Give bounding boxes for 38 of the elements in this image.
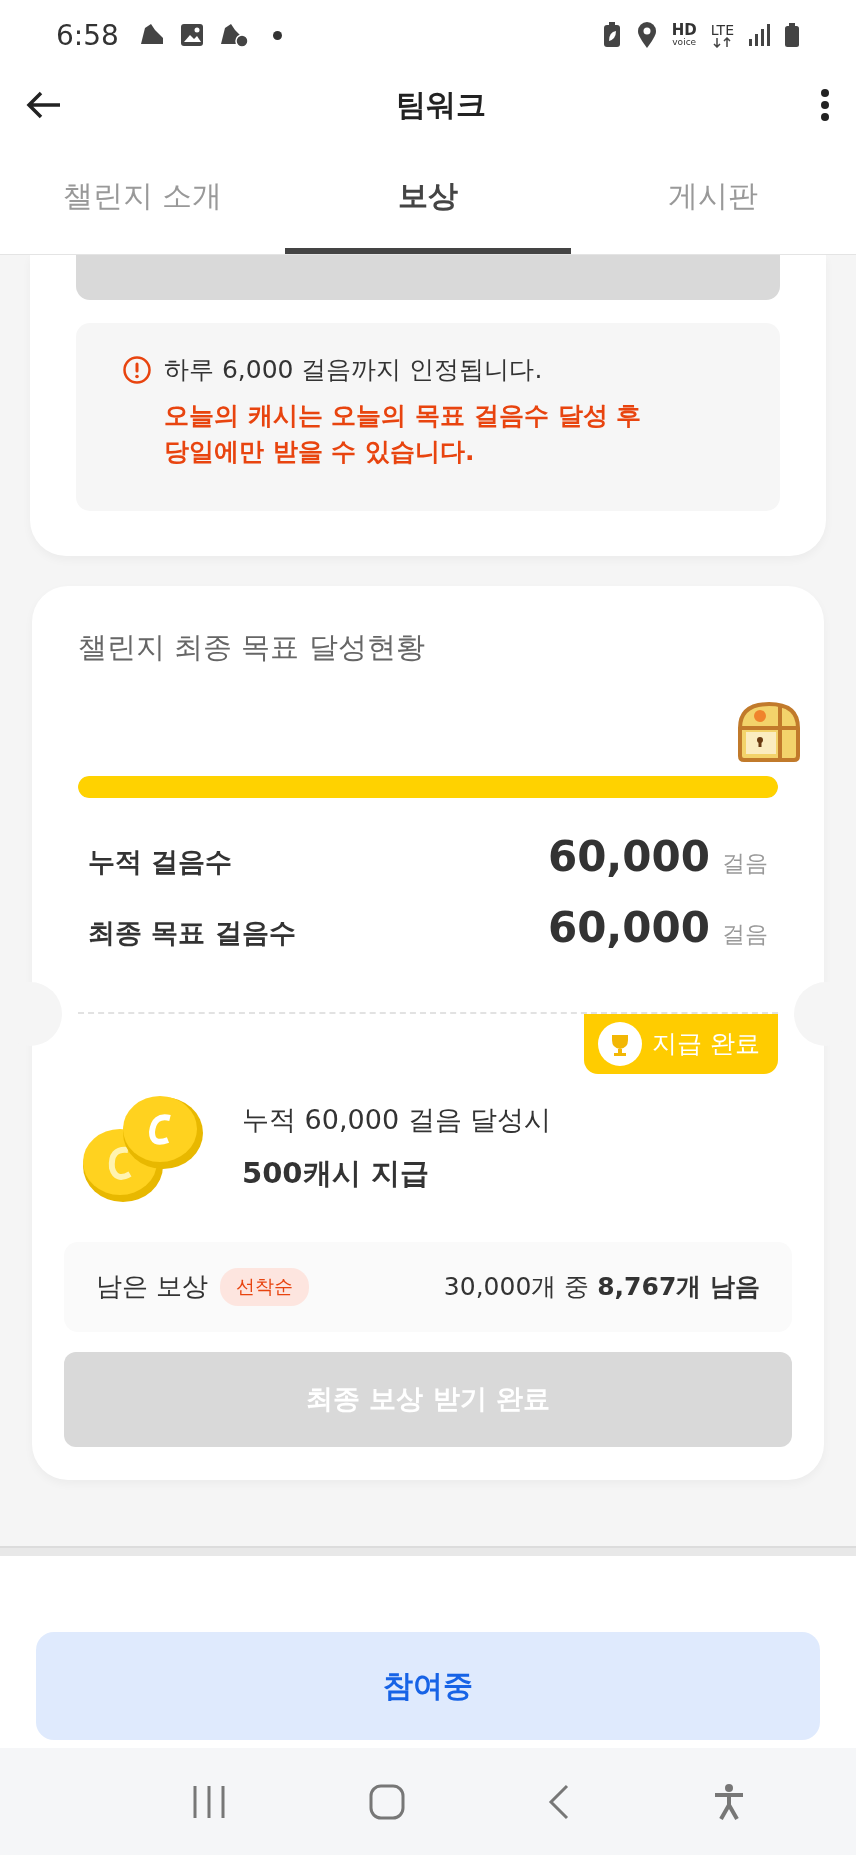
stat-value: 60,000	[547, 831, 710, 881]
data-arrows-icon	[712, 36, 733, 48]
battery-saver-icon	[601, 21, 622, 49]
stat-label: 최종 목표 걸음수	[88, 915, 297, 950]
notice-text: 하루 6,000 걸음까지 인정됩니다.	[164, 354, 544, 386]
battery-icon	[784, 22, 800, 48]
paid-badge: 지급 완료	[584, 1013, 778, 1074]
alert-icon	[122, 355, 152, 385]
reward-amount: 500캐시 지급	[242, 1154, 430, 1192]
tab[interactable]: 챌린지 소개	[0, 140, 286, 254]
status-time: 6:58	[56, 18, 119, 52]
stat-label: 누적 걸음수	[88, 844, 234, 879]
stat-unit: 걸음	[722, 919, 768, 949]
hd-label: HD	[671, 23, 697, 38]
tab[interactable]: 게시판	[570, 140, 856, 254]
joined-button[interactable]: 참여중	[36, 1632, 820, 1740]
home-icon[interactable]	[369, 1783, 405, 1820]
image-icon	[178, 22, 205, 48]
recent-apps-icon[interactable]	[191, 1783, 227, 1820]
location-icon	[635, 21, 658, 49]
back-arrow-icon[interactable]	[26, 90, 62, 120]
remaining-label: 남은 보상	[96, 1270, 209, 1303]
first-come-tag: 선착순	[220, 1267, 310, 1306]
accessibility-icon[interactable]	[713, 1782, 745, 1821]
more-menu-icon[interactable]	[820, 89, 830, 121]
stat-unit: 걸음	[722, 848, 768, 878]
stat-value: 60,000	[547, 902, 710, 952]
signal-icon	[748, 23, 770, 47]
reward-condition: 누적 60,000 걸음 달성시	[242, 1102, 552, 1137]
back-icon[interactable]	[547, 1783, 571, 1820]
remaining-count: 30,000개 중 8,767개 남음	[443, 1271, 760, 1303]
card-title: 챌린지 최종 목표 달성현황	[78, 628, 426, 666]
page-title: 팀워크	[395, 85, 487, 124]
notification-dot	[272, 30, 282, 40]
warning-text: 오늘의 캐시는 오늘의 목표 걸음수 달성 후 당일에만 받을 수 있습니다.	[164, 400, 642, 469]
network-label: LTE	[710, 22, 734, 37]
voice-label: voice	[672, 38, 697, 47]
trophy-icon	[598, 1021, 643, 1066]
